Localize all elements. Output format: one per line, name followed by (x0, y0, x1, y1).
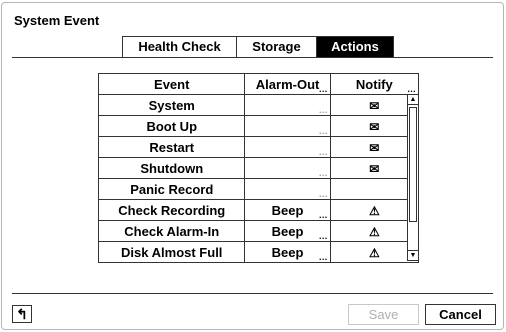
alarm-out-cell[interactable]: … (244, 136, 331, 158)
tab-actions[interactable]: Actions (316, 36, 394, 57)
notify-cell[interactable]: ✉… (329, 115, 420, 137)
back-button[interactable]: ↰ (12, 305, 32, 323)
more-icon: … (318, 105, 328, 115)
notify-header-label: Notify (355, 76, 393, 92)
system-event-dialog: System Event Health Check Storage Action… (1, 2, 504, 330)
event-actions-table: Event Alarm-Out … Notify … System…✉…Boot… (97, 73, 420, 263)
alarm-out-cell[interactable]: Beep … (244, 220, 331, 242)
column-header-notify[interactable]: Notify … (329, 73, 420, 95)
table-row: Boot Up …✉… (97, 115, 420, 137)
table-row: System …✉… (97, 94, 420, 116)
event-name-cell: Panic Record (97, 178, 246, 200)
table-scrollbar[interactable]: ▲ ▼ (407, 94, 419, 261)
more-icon: … (318, 210, 328, 220)
event-name-cell: System (97, 94, 246, 116)
scroll-thumb[interactable] (409, 107, 417, 222)
more-icon: … (318, 126, 328, 136)
alarm-out-value: Beep (271, 244, 304, 260)
warning-icon: ⚠ (368, 203, 380, 218)
cancel-button[interactable]: Cancel (425, 304, 496, 325)
table-header-row: Event Alarm-Out … Notify … (97, 73, 420, 95)
event-name-cell: Shutdown (97, 157, 246, 179)
table-row: Shutdown …✉… (97, 157, 420, 179)
scroll-down-icon[interactable]: ▼ (408, 250, 418, 260)
tab-storage[interactable]: Storage (236, 36, 316, 57)
event-name-cell: Disk Almost Full (97, 241, 246, 263)
dialog-title: System Event (14, 13, 100, 28)
tab-divider (12, 57, 493, 58)
alarm-out-cell[interactable]: … (244, 178, 331, 200)
more-icon: … (318, 168, 328, 178)
event-name-cell: Restart (97, 136, 246, 158)
tab-health-check[interactable]: Health Check (122, 36, 236, 57)
event-name-cell: Check Alarm-In (97, 220, 246, 242)
envelope-icon: ✉ (369, 140, 380, 155)
table-row: Check Recording Beep …⚠… (97, 199, 420, 221)
notify-cell[interactable]: ✉… (329, 136, 420, 158)
column-header-alarm-out[interactable]: Alarm-Out … (244, 73, 331, 95)
alarm-out-cell[interactable]: … (244, 157, 331, 179)
more-icon: … (318, 252, 328, 262)
alarm-out-cell[interactable]: … (244, 94, 331, 116)
tab-bar: Health Check Storage Actions (122, 36, 394, 57)
envelope-icon: ✉ (369, 161, 380, 176)
more-icon: … (318, 231, 328, 241)
alarm-out-cell[interactable]: Beep … (244, 199, 331, 221)
more-icon: … (318, 84, 328, 94)
notify-cell[interactable]: … (329, 178, 420, 200)
notify-cell[interactable]: ✉… (329, 94, 420, 116)
warning-icon: ⚠ (368, 224, 380, 239)
alarm-out-value: Beep (271, 202, 304, 218)
footer-divider (12, 293, 493, 294)
notify-cell[interactable]: ⚠… (329, 199, 420, 221)
alarm-out-cell[interactable]: Beep … (244, 241, 331, 263)
notify-cell[interactable]: ⚠… (329, 241, 420, 263)
table-row: Check Alarm-In Beep …⚠… (97, 220, 420, 242)
event-name-cell: Check Recording (97, 199, 246, 221)
alarm-out-cell[interactable]: … (244, 115, 331, 137)
more-icon: … (318, 147, 328, 157)
save-button[interactable]: Save (348, 304, 419, 325)
event-name-cell: Boot Up (97, 115, 246, 137)
notify-cell[interactable]: ✉… (329, 157, 420, 179)
table-row: Disk Almost Full Beep …⚠… (97, 241, 420, 263)
alarm-out-value: Beep (271, 223, 304, 239)
envelope-icon: ✉ (369, 98, 380, 113)
notify-cell[interactable]: ⚠… (329, 220, 420, 242)
alarm-out-header-label: Alarm-Out (255, 76, 320, 92)
table-row: Panic Record …… (97, 178, 420, 200)
more-icon: … (407, 84, 416, 94)
more-icon: … (318, 189, 328, 199)
table-row: Restart …✉… (97, 136, 420, 158)
scroll-up-icon[interactable]: ▲ (408, 95, 418, 105)
envelope-icon: ✉ (369, 119, 380, 134)
column-header-event: Event (97, 73, 246, 95)
warning-icon: ⚠ (368, 245, 380, 260)
